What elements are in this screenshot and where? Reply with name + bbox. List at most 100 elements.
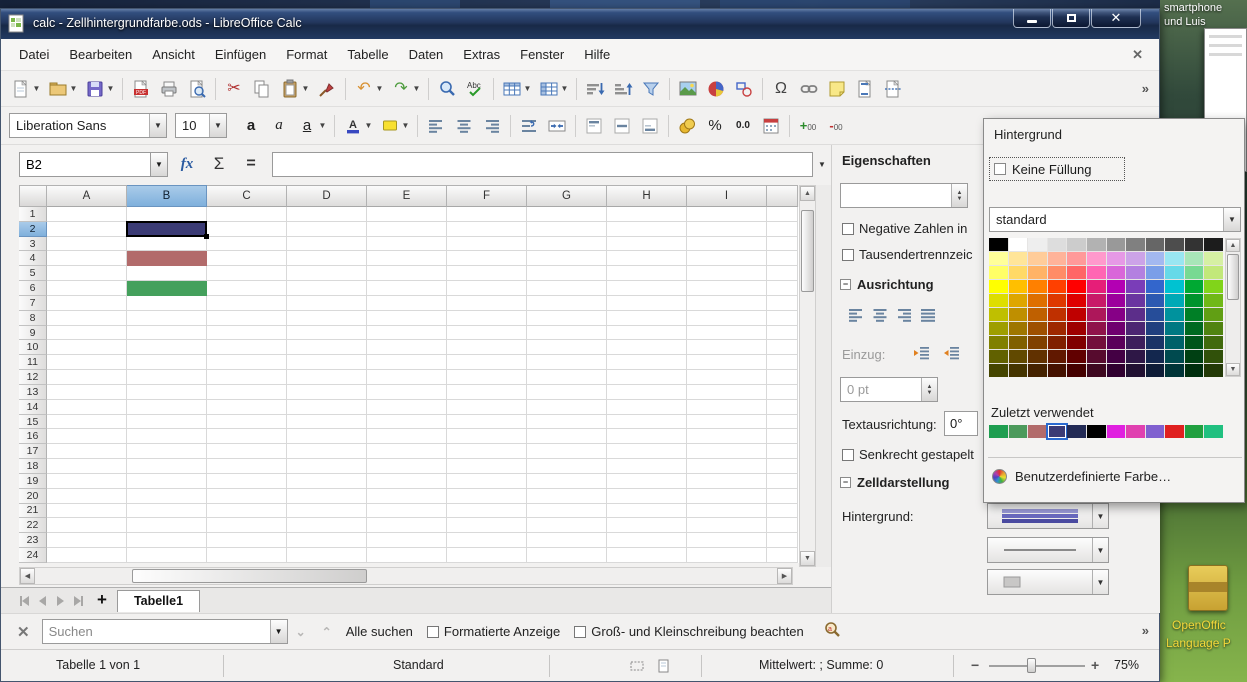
grid-cell[interactable] — [607, 385, 687, 400]
grid-cell[interactable] — [47, 415, 127, 430]
color-swatch[interactable] — [1146, 280, 1165, 293]
grid-cell[interactable] — [287, 281, 367, 296]
grid-cell[interactable] — [447, 444, 527, 459]
sort-ascending-button[interactable] — [582, 75, 608, 103]
minimize-button[interactable] — [1013, 9, 1051, 28]
grid-cell[interactable] — [287, 415, 367, 430]
column-header-i[interactable]: I — [687, 185, 767, 207]
row-header-20[interactable]: 20 — [19, 489, 47, 504]
vertical-scrollbar[interactable]: ▲ ▼ — [799, 185, 816, 567]
format-percent-button[interactable]: % — [702, 112, 728, 140]
row-header-12[interactable]: 12 — [19, 370, 47, 385]
color-swatch[interactable] — [1087, 266, 1106, 279]
color-swatch[interactable] — [1204, 336, 1223, 349]
grid-cell[interactable] — [527, 355, 607, 370]
grid-cell[interactable] — [207, 311, 287, 326]
grid-cell[interactable] — [127, 207, 207, 222]
menu-bearbeiten[interactable]: Bearbeiten — [59, 43, 142, 66]
decrease-indent-button[interactable] — [940, 341, 964, 365]
color-swatch[interactable] — [1126, 350, 1145, 363]
new-document-dropdown-arrow[interactable]: ▼ — [32, 84, 41, 93]
grid-cell[interactable] — [207, 326, 287, 341]
bold-button[interactable]: a — [238, 112, 264, 140]
negative-numbers-checkbox[interactable] — [842, 223, 854, 235]
row-header-4[interactable]: 4 — [19, 251, 47, 266]
color-swatch[interactable] — [1165, 308, 1184, 321]
color-swatch[interactable] — [989, 336, 1008, 349]
font-name-combo[interactable]: Liberation Sans ▼ — [9, 113, 167, 138]
color-swatch[interactable] — [1048, 364, 1067, 377]
grid-cell[interactable] — [767, 370, 798, 385]
grid-cell[interactable] — [47, 340, 127, 355]
grid-cell[interactable] — [687, 207, 767, 222]
grid-cell[interactable] — [527, 504, 607, 519]
function-wizard-button[interactable]: fx — [174, 151, 200, 177]
undo-dropdown-arrow[interactable]: ▼ — [375, 84, 384, 93]
grid-cell[interactable] — [127, 266, 207, 281]
grid-cell[interactable] — [367, 370, 447, 385]
name-box[interactable] — [19, 152, 151, 177]
grid-cell[interactable] — [527, 207, 607, 222]
grid-cell[interactable] — [687, 429, 767, 444]
color-swatch[interactable] — [1185, 336, 1204, 349]
border-color-dropdown[interactable]: ▼ — [987, 569, 1109, 595]
grid-cell[interactable] — [287, 340, 367, 355]
grid-cell[interactable] — [607, 415, 687, 430]
grid-cell[interactable] — [207, 518, 287, 533]
desktop-icon-label[interactable]: Language P — [1166, 636, 1231, 650]
grid-cell[interactable] — [687, 489, 767, 504]
clone-formatting-button[interactable] — [314, 75, 340, 103]
row-header-18[interactable]: 18 — [19, 459, 47, 474]
recent-color-swatch[interactable] — [1028, 425, 1047, 438]
grid-cell[interactable] — [607, 370, 687, 385]
color-swatch[interactable] — [1165, 238, 1184, 251]
color-swatch[interactable] — [1028, 364, 1047, 377]
paste-button[interactable]: ▼ — [277, 75, 312, 103]
zoom-slider-thumb[interactable] — [1027, 658, 1036, 673]
row-header-21[interactable]: 21 — [19, 504, 47, 519]
row-header-14[interactable]: 14 — [19, 400, 47, 415]
grid-cell[interactable] — [607, 444, 687, 459]
print-preview-button[interactable] — [184, 75, 210, 103]
format-currency-button[interactable] — [674, 112, 700, 140]
undo-button[interactable]: ↶▼ — [351, 75, 386, 103]
menu-daten[interactable]: Daten — [399, 43, 454, 66]
cell-appearance-section-header[interactable]: − Zelldarstellung — [840, 475, 949, 490]
grid-cell[interactable] — [207, 504, 287, 519]
indent-input[interactable]: 0 pt ▲▼ — [840, 377, 938, 402]
recent-color-swatch[interactable] — [1185, 425, 1204, 438]
color-swatch[interactable] — [1009, 308, 1028, 321]
grid-cell[interactable] — [287, 355, 367, 370]
grid-cell[interactable] — [287, 370, 367, 385]
grid-cell[interactable] — [287, 207, 367, 222]
recent-color-swatch[interactable] — [1204, 425, 1223, 438]
grid-cell[interactable] — [767, 237, 798, 252]
print-button[interactable] — [156, 75, 182, 103]
grid-cell[interactable] — [47, 281, 127, 296]
grid-cell[interactable] — [687, 548, 767, 563]
grid-cell[interactable] — [607, 533, 687, 548]
grid-cell[interactable] — [447, 518, 527, 533]
row-header-7[interactable]: 7 — [19, 296, 47, 311]
grid-cell[interactable] — [127, 444, 207, 459]
color-swatch[interactable] — [1067, 280, 1086, 293]
desktop-icon-label[interactable]: und Luis — [1164, 16, 1206, 28]
grid-cell[interactable] — [127, 548, 207, 563]
grid-cell[interactable] — [207, 415, 287, 430]
color-swatch[interactable] — [1126, 238, 1145, 251]
formula-button[interactable]: = — [238, 151, 264, 177]
scroll-down-arrow[interactable]: ▼ — [800, 551, 815, 566]
color-swatch[interactable] — [989, 294, 1008, 307]
grid-cell[interactable] — [447, 385, 527, 400]
grid-cell[interactable] — [47, 326, 127, 341]
highlight-color-button[interactable]: ▼ — [377, 112, 412, 140]
color-swatch[interactable] — [1087, 238, 1106, 251]
grid-cell[interactable] — [767, 400, 798, 415]
format-number-button[interactable]: 0.0 — [730, 112, 756, 140]
special-character-button[interactable]: Ω — [768, 75, 794, 103]
row-header-3[interactable]: 3 — [19, 237, 47, 252]
grid-cell[interactable] — [367, 548, 447, 563]
color-swatch[interactable] — [1087, 308, 1106, 321]
split-window-button[interactable] — [880, 75, 906, 103]
search-history-arrow[interactable]: ▼ — [270, 620, 287, 643]
